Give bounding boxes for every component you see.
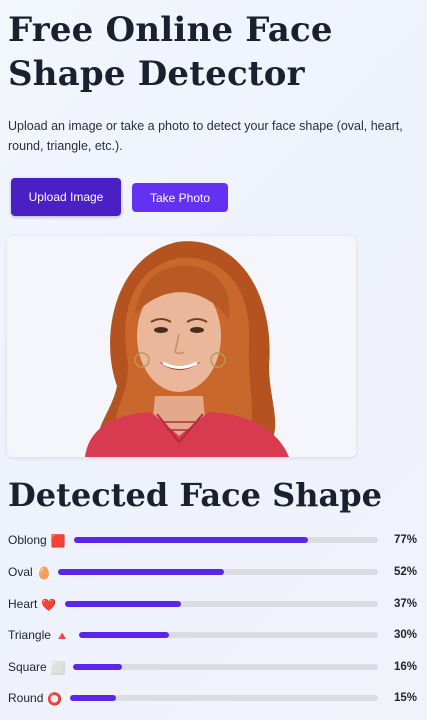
portrait-image [7,236,356,457]
result-percent: 52% [393,566,417,578]
upload-image-button[interactable]: Upload Image [11,178,121,216]
page-subtitle: Upload an image or take a photo to detec… [8,119,403,153]
result-emoji-icon: 🟥 [50,534,66,548]
result-emoji-icon: 🥚 [36,566,52,580]
progress-track [70,695,378,701]
progress-track [74,537,378,543]
progress-fill [74,537,309,543]
result-percent: 37% [393,598,417,610]
result-label-text: Oval [8,565,33,579]
progress-fill [70,695,117,701]
progress-fill [79,632,169,638]
page: Free Online Face Shape Detector Upload a… [0,0,427,720]
result-percent: 77% [393,534,417,546]
result-label-text: Triangle [8,628,51,642]
result-label: Triangle 🔺 [8,627,70,644]
result-label: Oval 🥚 [8,564,52,581]
result-percent: 30% [393,629,417,641]
progress-track [73,664,378,670]
take-photo-button[interactable]: Take Photo [132,183,228,212]
result-row-heart: Heart ❤️ 37% [8,595,420,613]
results-title: Detected Face Shape [8,476,382,514]
progress-fill [73,664,122,670]
result-label: Square ⬜ [8,659,66,676]
result-row-square: Square ⬜ 16% [8,658,420,676]
result-row-oval: Oval 🥚 52% [8,563,420,581]
result-label: Oblong 🟥 [8,532,66,549]
progress-track [79,632,378,638]
progress-track [58,569,378,575]
result-row-oblong: Oblong 🟥 77% [8,531,420,549]
result-label: Heart ❤️ [8,596,56,613]
result-emoji-icon: ⬜ [50,661,66,675]
progress-fill [58,569,225,575]
result-emoji-icon: ❤️ [41,598,57,612]
result-emoji-icon: ⭕ [47,692,63,706]
progress-fill [65,601,181,607]
result-row-triangle: Triangle 🔺 30% [8,626,420,644]
result-label: Round ⭕ [8,690,62,707]
progress-track [65,601,378,607]
result-percent: 16% [393,661,417,673]
result-percent: 15% [393,692,417,704]
result-label-text: Oblong [8,533,47,547]
result-label-text: Heart [8,597,38,611]
result-label-text: Square [8,660,47,674]
page-title: Free Online Face Shape Detector [8,10,333,94]
uploaded-photo [7,236,356,457]
result-label-text: Round [8,691,44,705]
result-row-round: Round ⭕ 15% [8,689,420,707]
result-emoji-icon: 🔺 [54,629,70,643]
